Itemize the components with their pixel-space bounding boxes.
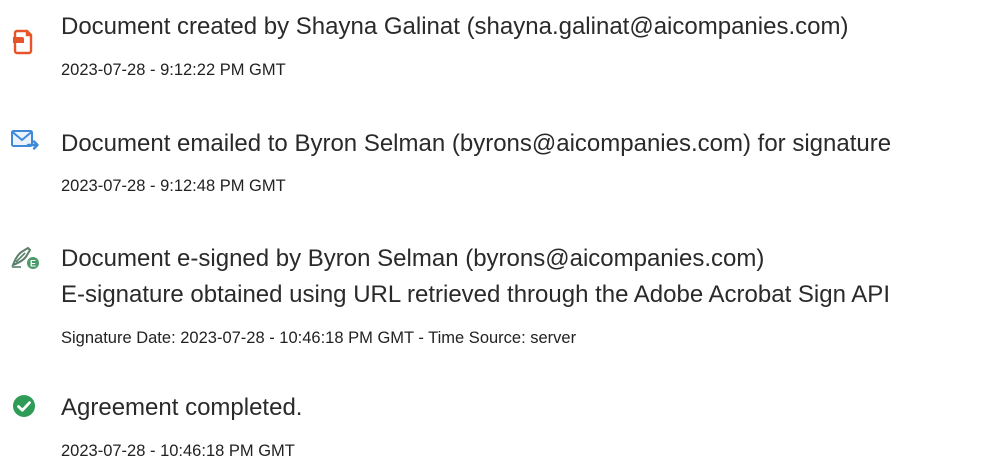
event-timestamp: Signature Date: 2023-07-28 - 10:46:18 PM… bbox=[61, 329, 577, 347]
event-description: Agreement completed. bbox=[61, 394, 303, 421]
svg-text:E: E bbox=[30, 259, 36, 269]
event-description: Document created by Shayna Galinat (shay… bbox=[61, 13, 849, 40]
event-timestamp: 2023-07-28 - 10:46:18 PM GMT bbox=[61, 442, 295, 460]
event-description: Document e-signed by Byron Selman (byron… bbox=[61, 245, 765, 272]
event-timestamp: 2023-07-28 - 9:12:48 PM GMT bbox=[61, 177, 286, 195]
document-created-icon bbox=[8, 26, 42, 56]
event-timestamp: 2023-07-28 - 9:12:22 PM GMT bbox=[61, 61, 286, 79]
check-circle-icon bbox=[8, 392, 42, 422]
event-description: Document emailed to Byron Selman (byrons… bbox=[61, 130, 892, 157]
email-sent-icon bbox=[8, 126, 42, 156]
event-detail: E-signature obtained using URL retrieved… bbox=[61, 281, 890, 308]
e-sign-pen-icon: E bbox=[8, 243, 42, 273]
